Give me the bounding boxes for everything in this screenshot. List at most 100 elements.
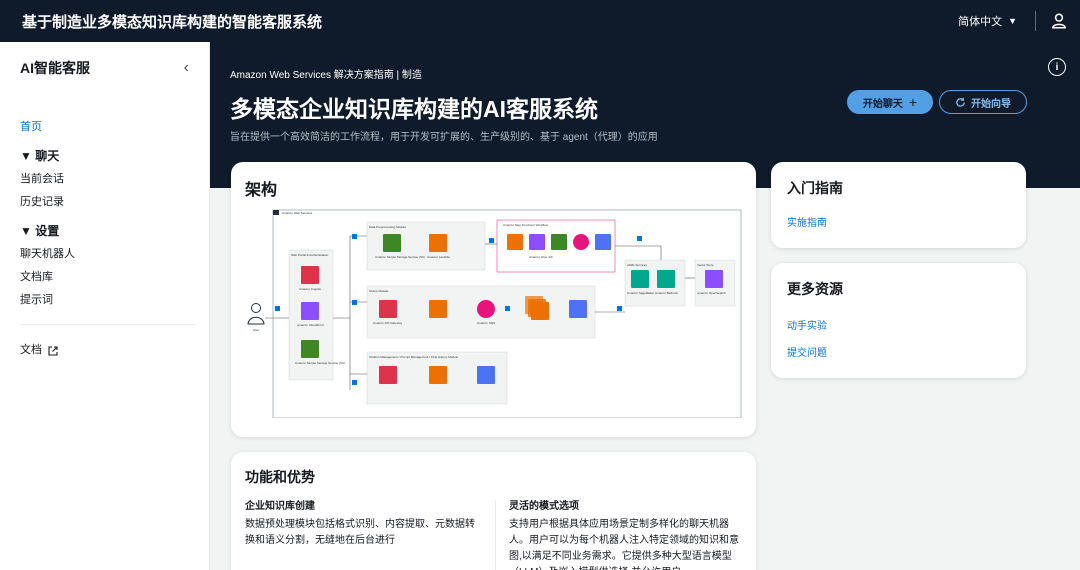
lambda-online-icon xyxy=(429,300,447,318)
sidebar-divider xyxy=(20,324,196,325)
feature-text: 数据预处理模块包括格式识别、内容提取、元数据转换和语义分割，无缝地在后台进行 xyxy=(245,519,475,546)
feature-flexible-modes: 灵活的模式选项 支持用户根据具体应用场景定制多样化的聊天机器人。用户可以为每个机… xyxy=(509,499,741,570)
step-badge xyxy=(352,300,357,305)
caret-down-icon: ▼ xyxy=(20,149,36,163)
features-card: 功能和优势 企业知识库创建 数据预处理模块包括格式识别、内容提取、元数据转换和语… xyxy=(231,452,756,570)
opensearch-label: Amazon OpenSearch xyxy=(697,291,726,295)
s3-data-icon xyxy=(383,234,401,252)
caret-down-icon: ▼ xyxy=(1008,16,1017,26)
lambda-chatbot-icon xyxy=(429,366,447,384)
nav-section-chat[interactable]: ▼ 聊天 xyxy=(20,145,189,168)
breadcrumb: Amazon Web Services 解决方案指南 | 制造 xyxy=(230,70,422,81)
opensearch-icon xyxy=(705,270,723,288)
page-description: 旨在提供一个高效简洁的工作流程，用于开发可扩展的、生产级别的、基于 agent（… xyxy=(230,132,658,143)
topbar-divider xyxy=(1035,11,1036,31)
start-wizard-label: 开始向导 xyxy=(971,98,1011,110)
lambda-data-icon xyxy=(429,234,447,252)
nav-item-home[interactable]: 首页 xyxy=(20,116,189,139)
side-navigation: AI智能客服 ‹ 首页 ▼ 聊天 当前会话 历史记录 ▼ 设置 聊天机器人 文档… xyxy=(0,42,210,570)
s3-sfn-icon xyxy=(551,234,567,250)
cognito-label: Amazon Cognito xyxy=(299,287,322,291)
step-badge xyxy=(489,238,494,243)
web-portal-label: Web Portal & Authentication xyxy=(291,253,329,257)
step-badge xyxy=(637,236,642,241)
sidebar-app-name: AI智能客服 xyxy=(20,60,90,76)
chatbot-module-label: Chatbot Management / Prompt Management /… xyxy=(369,355,458,359)
feature-title: 灵活的模式选项 xyxy=(509,501,579,512)
apigw-online-label: Amazon API Gateway xyxy=(373,321,403,325)
feature-title: 企业知识库创建 xyxy=(245,501,315,512)
apigw-online-icon xyxy=(379,300,397,318)
refresh-icon xyxy=(956,97,965,107)
plus-icon: + xyxy=(908,94,918,110)
getting-started-card: 入门指南 实施指南 xyxy=(771,162,1026,248)
architecture-title: 架构 xyxy=(245,182,278,199)
start-chat-button[interactable]: 开始聊天 + xyxy=(847,90,933,114)
sidebar-header: AI智能客服 ‹ xyxy=(0,42,209,94)
cognito-icon xyxy=(301,266,319,284)
step-badge xyxy=(352,380,357,385)
apigw-chatbot-icon xyxy=(379,366,397,384)
submit-issue-link[interactable]: 提交问题 xyxy=(787,344,827,359)
s3-web-label: Amazon Simple Storage Service (S3) xyxy=(295,361,345,365)
collapse-sidebar-icon[interactable]: ‹ xyxy=(184,59,189,77)
cloud-label: Amazon Web Services xyxy=(282,211,313,215)
dynamodb-online-icon xyxy=(569,300,587,318)
hands-on-lab-link[interactable]: 动手实验 xyxy=(787,317,827,332)
aiml-label: AI/ML Services xyxy=(627,263,648,267)
top-navigation-bar: 基于制造业多模态知识库构建的智能客服系统 简体中文 ▼ xyxy=(0,0,1080,42)
nav-section-chat-label: 聊天 xyxy=(35,149,60,163)
cloudfront-label: Amazon CloudFront xyxy=(297,323,324,327)
nav-item-docs[interactable]: 文档 xyxy=(20,339,58,362)
features-title: 功能和优势 xyxy=(245,469,315,485)
nav-item-prompts[interactable]: 提示词 xyxy=(20,289,189,312)
data-module-label: Data Preprocessing Module xyxy=(369,225,406,229)
nav-section-settings-label: 设置 xyxy=(35,224,60,238)
dynamodb-chatbot-icon xyxy=(477,366,495,384)
step-badge xyxy=(617,306,622,311)
user-profile-icon[interactable] xyxy=(1050,12,1068,30)
dynamodb-sfn-icon xyxy=(595,234,611,250)
page-title: 多模态企业知识库构建的AI客服系统 xyxy=(230,96,598,122)
nav-item-current-session[interactable]: 当前会话 xyxy=(20,168,189,191)
start-chat-label: 开始聊天 xyxy=(862,98,903,110)
step-functions-label: Amazon Step Functions Workflow xyxy=(503,223,549,227)
architecture-diagram: Amazon Web Services User Web Portal & Au… xyxy=(247,209,742,418)
s3-data-label: Amazon Simple Storage Service (S3) xyxy=(375,255,425,259)
nav-section-settings[interactable]: ▼ 设置 xyxy=(20,220,189,243)
feature-knowledge-base: 企业知识库创建 数据预处理模块包括格式识别、内容提取、元数据转换和语义分割，无缝… xyxy=(245,499,477,549)
glue-label: Amazon Glue Job xyxy=(529,255,553,259)
nav-item-document-library[interactable]: 文档库 xyxy=(20,266,189,289)
sagemaker-icon xyxy=(631,270,649,288)
nav-item-chatbots[interactable]: 聊天机器人 xyxy=(20,243,189,266)
more-resources-card: 更多资源 动手实验 提交问题 xyxy=(771,263,1026,378)
cloudfront-icon xyxy=(301,302,319,320)
lambda-data-label: Amazon Lambda xyxy=(427,255,450,259)
language-selector[interactable]: 简体中文 ▼ xyxy=(958,13,1017,29)
sqs-sfn-icon xyxy=(573,234,589,250)
user-icon xyxy=(247,303,265,325)
app-title: 基于制造业多模态知识库构建的智能客服系统 xyxy=(22,13,323,31)
nav-item-docs-label: 文档 xyxy=(20,344,42,356)
feature-divider xyxy=(495,500,496,570)
step-badge xyxy=(275,306,280,311)
user-label: User xyxy=(253,328,259,332)
sqs-online-label: Amazon SQS xyxy=(477,321,495,325)
s3-web-icon xyxy=(301,340,319,358)
sagemaker-label: Amazon SageMaker xyxy=(627,291,654,295)
lambda-stack-icon xyxy=(531,302,549,320)
lambda-sfn-icon xyxy=(507,234,523,250)
architecture-card: 架构 Amazon Web Services User Web Portal &… xyxy=(231,162,756,437)
sidebar-nav-list: 首页 ▼ 聊天 当前会话 历史记录 ▼ 设置 聊天机器人 文档库 提示词 文档 xyxy=(0,94,209,374)
step-badge xyxy=(505,306,510,311)
implementation-guide-link[interactable]: 实施指南 xyxy=(787,214,827,229)
start-wizard-button[interactable]: 开始向导 xyxy=(939,90,1027,114)
more-resources-title: 更多资源 xyxy=(787,281,843,297)
glue-icon xyxy=(529,234,545,250)
vector-label: Vector Store xyxy=(697,263,714,267)
feature-text: 支持用户根据具体应用场景定制多样化的聊天机器人。用户可以为每个机器人注入特定领域… xyxy=(509,519,739,570)
nav-item-history[interactable]: 历史记录 xyxy=(20,191,189,214)
info-icon[interactable]: i xyxy=(1048,58,1066,76)
language-label: 简体中文 xyxy=(958,16,1003,28)
bedrock-icon xyxy=(657,270,675,288)
